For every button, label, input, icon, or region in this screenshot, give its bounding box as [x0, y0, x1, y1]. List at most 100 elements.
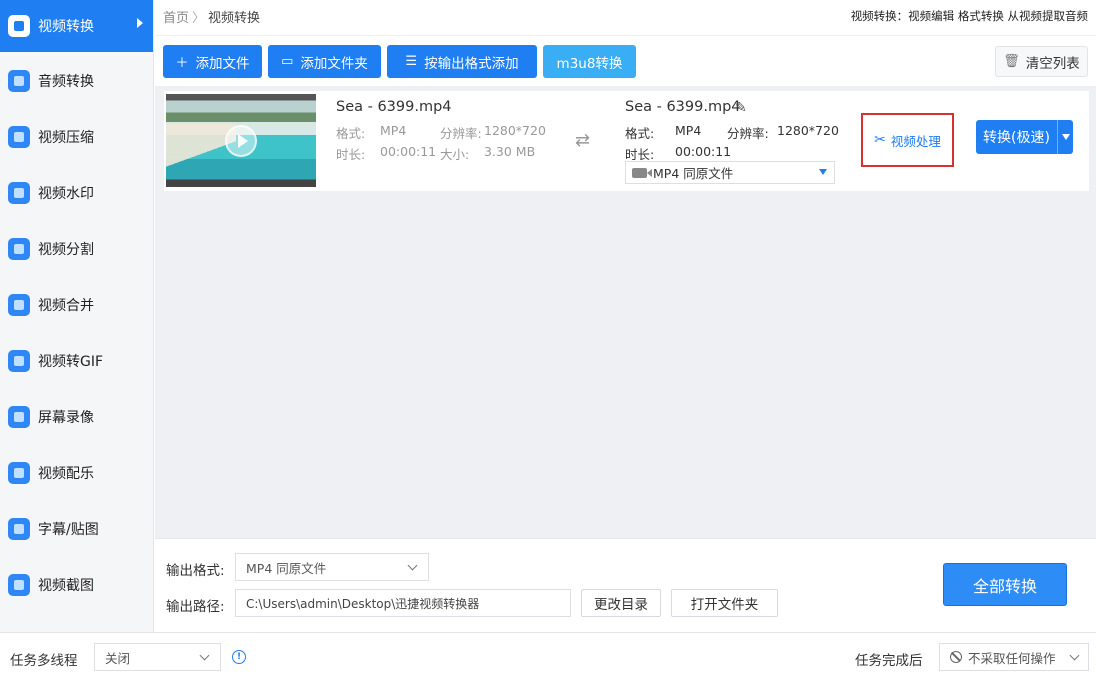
music-icon: [8, 462, 30, 484]
video-process-button[interactable]: ✂ 视频处理: [861, 113, 954, 167]
source-duration-value: 00:00:11: [380, 144, 437, 159]
source-duration-label: 时长:: [336, 147, 366, 162]
sidebar-item-video-convert[interactable]: 视频转换: [0, 0, 153, 52]
source-size-label: 大小:: [440, 147, 470, 162]
folder-icon: ▭: [281, 54, 294, 69]
sidebar-item-video-screenshot[interactable]: 视频截图: [0, 559, 153, 611]
list-icon: ☰: [405, 54, 418, 69]
sidebar-item-subtitle-sticker[interactable]: 字幕/贴图: [0, 503, 153, 555]
sidebar-item-label: 视频转换: [38, 19, 94, 35]
sidebar-item-label: 屏幕录像: [38, 410, 94, 426]
breadcrumb: 首页〉视频转换: [163, 7, 260, 26]
m3u8-label: m3u8转换: [556, 55, 623, 72]
multithread-label: 任务多线程: [10, 653, 78, 669]
target-duration-value: 00:00:11: [675, 144, 732, 159]
plus-icon: ＋: [175, 56, 189, 71]
edit-icon[interactable]: ✎: [735, 100, 747, 116]
breadcrumb-separator: 〉: [192, 11, 206, 26]
target-file-name: Sea - 6399.mp4: [625, 99, 741, 115]
sidebar-item-label: 音频转换: [38, 74, 94, 90]
add-file-label: 添加文件: [195, 55, 250, 72]
video-thumbnail[interactable]: [166, 94, 316, 187]
sidebar-item-label: 视频合并: [38, 298, 94, 314]
multithread-select[interactable]: 关闭: [94, 643, 221, 671]
thumbnail-beach: [166, 124, 236, 184]
video-camera-icon: [632, 167, 652, 178]
target-resolution-value: 1280*720: [777, 123, 839, 138]
video-merge-icon: [8, 294, 30, 316]
header-description: 视频转换：视频编辑 格式转换 从视频提取音频: [850, 9, 1088, 23]
add-folder-label: 添加文件夹: [300, 55, 368, 72]
chevron-right-icon: [137, 18, 143, 28]
gif-icon: [8, 350, 30, 372]
video-process-label: 视频处理: [890, 133, 941, 149]
play-icon[interactable]: [225, 125, 257, 157]
video-split-icon: [8, 238, 30, 260]
screenshot-icon: [8, 574, 30, 596]
video-compress-icon: [8, 126, 30, 148]
convert-all-button[interactable]: 全部转换: [943, 563, 1067, 606]
clear-list-label: 清空列表: [1025, 55, 1080, 72]
breadcrumb-home[interactable]: 首页: [163, 11, 189, 26]
chevron-down-icon: [199, 650, 210, 661]
target-format-label: 格式:: [625, 126, 655, 141]
global-output-format-select[interactable]: MP4 同原文件: [235, 553, 429, 581]
sidebar-item-label: 字幕/贴图: [38, 522, 99, 538]
subtitle-icon: [8, 518, 30, 540]
divider: [155, 35, 1096, 36]
sidebar-item-label: 视频截图: [38, 578, 94, 594]
sidebar-item-label: 视频压缩: [38, 130, 94, 146]
screen-record-icon: [8, 406, 30, 428]
sidebar: 视频转换 音频转换 视频压缩 视频水印 视频分割 视频合并 视频转GIF 屏幕录…: [0, 0, 154, 632]
sidebar-item-video-watermark[interactable]: 视频水印: [0, 167, 153, 219]
open-folder-button[interactable]: 打开文件夹: [671, 589, 778, 617]
source-file-name: Sea - 6399.mp4: [336, 99, 452, 115]
sidebar-item-video-to-gif[interactable]: 视频转GIF: [0, 335, 153, 387]
dropdown-arrow-icon: [819, 169, 827, 175]
m3u8-convert-button[interactable]: m3u8转换: [543, 45, 636, 78]
sidebar-item-label: 视频分割: [38, 242, 94, 258]
output-format-select[interactable]: MP4 同原文件: [625, 161, 835, 184]
shuffle-icon: ⇄: [575, 130, 591, 151]
multithread-value: 关闭: [105, 650, 131, 666]
info-icon[interactable]: !: [232, 650, 246, 664]
output-format-label: 输出格式:: [166, 563, 225, 579]
add-file-button[interactable]: ＋ 添加文件: [163, 45, 262, 78]
add-by-format-button[interactable]: ☰ 按输出格式添加: [387, 45, 537, 78]
sidebar-item-video-compress[interactable]: 视频压缩: [0, 111, 153, 163]
global-output-format-value: MP4 同原文件: [246, 560, 327, 576]
trash-icon: 🗑: [1003, 54, 1020, 69]
source-format-value: MP4: [380, 123, 407, 138]
chevron-down-icon: [407, 560, 418, 571]
after-complete-label: 任务完成后: [855, 653, 923, 669]
sidebar-item-audio-convert[interactable]: 音频转换: [0, 55, 153, 107]
add-by-format-label: 按输出格式添加: [424, 55, 519, 72]
scissors-icon: ✂: [874, 132, 886, 148]
target-resolution-label: 分辨率:: [727, 126, 769, 141]
after-complete-value: 不采取任何操作: [968, 650, 1056, 666]
sidebar-item-video-merge[interactable]: 视频合并: [0, 279, 153, 331]
add-folder-button[interactable]: ▭ 添加文件夹: [268, 45, 381, 78]
sidebar-item-label: 视频转GIF: [38, 354, 104, 370]
convert-dropdown-button[interactable]: [1057, 120, 1073, 154]
clear-list-button[interactable]: 🗑 清空列表: [995, 46, 1088, 77]
audio-convert-icon: [8, 70, 30, 92]
output-path-field[interactable]: C:\Users\admin\Desktop\迅捷视频转换器: [235, 589, 571, 617]
sidebar-item-screen-record[interactable]: 屏幕录像: [0, 391, 153, 443]
breadcrumb-current: 视频转换: [208, 11, 261, 26]
change-directory-button[interactable]: 更改目录: [581, 589, 661, 617]
video-watermark-icon: [8, 182, 30, 204]
divider: [155, 538, 1096, 539]
output-path-label: 输出路径:: [166, 599, 225, 615]
after-complete-select[interactable]: 不采取任何操作: [939, 643, 1089, 671]
source-resolution-value: 1280*720: [484, 123, 546, 138]
convert-button[interactable]: 转换(极速): [976, 120, 1057, 154]
sidebar-item-label: 视频水印: [38, 186, 94, 202]
output-format-value: MP4 同原文件: [653, 166, 734, 181]
sidebar-item-video-music[interactable]: 视频配乐: [0, 447, 153, 499]
sidebar-item-label: 视频配乐: [38, 466, 94, 482]
target-format-value: MP4: [675, 123, 702, 138]
source-resolution-label: 分辨率:: [440, 126, 482, 141]
video-convert-icon: [8, 15, 30, 37]
sidebar-item-video-split[interactable]: 视频分割: [0, 223, 153, 275]
